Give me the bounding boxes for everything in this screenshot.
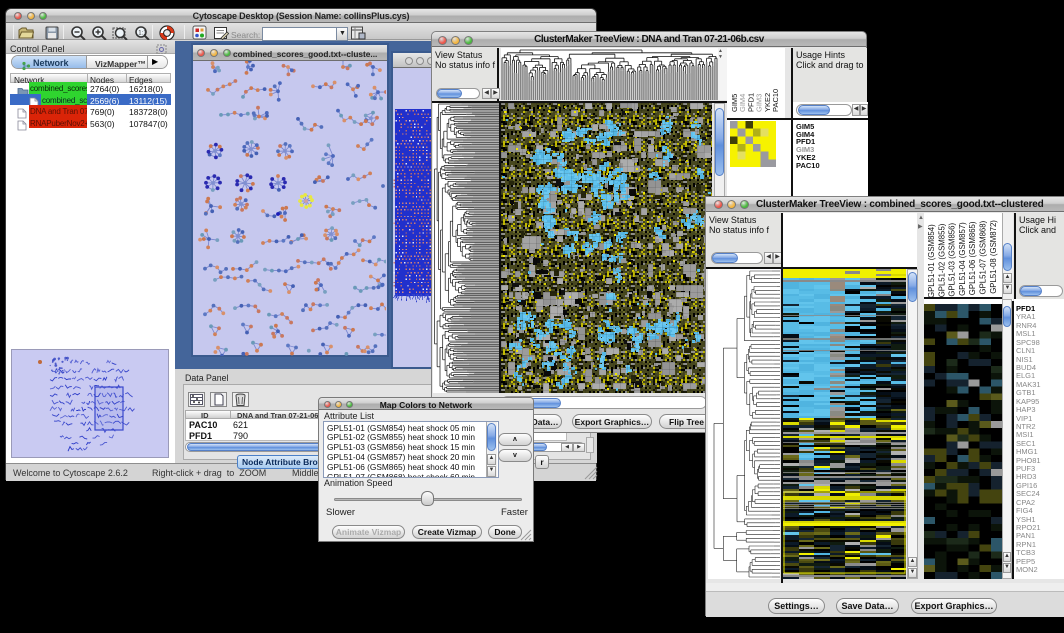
svg-text:GPL51-07 (GSM868): GPL51-07 (GSM868) — [979, 220, 988, 294]
svg-text:GPL51-02 (GSM855): GPL51-02 (GSM855) — [937, 223, 946, 297]
svg-text:GPL51-08 (GSM872): GPL51-08 (GSM872) — [989, 220, 998, 294]
svg-text:GPL51-01 (GSM854): GPL51-01 (GSM854) — [927, 224, 936, 298]
svg-text:GPL51-04 (GSM857): GPL51-04 (GSM857) — [958, 222, 967, 296]
svg-text:PAC10: PAC10 — [771, 89, 780, 112]
svg-text:GPL51-06 (GSM865): GPL51-06 (GSM865) — [968, 221, 977, 295]
svg-text:GPL51-03 (GSM856): GPL51-03 (GSM856) — [948, 223, 957, 297]
svg-text:1:1: 1:1 — [138, 31, 147, 37]
